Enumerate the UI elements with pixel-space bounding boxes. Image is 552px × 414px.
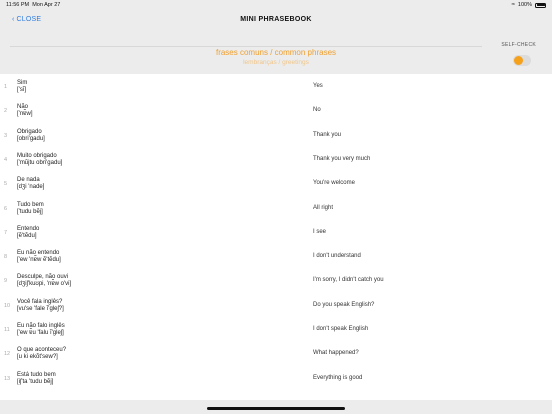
phrase-english: Thank you (313, 131, 342, 138)
phrase-pronunciation: [dʒi 'nade] (17, 184, 45, 191)
toggle-knob (514, 56, 523, 65)
phrase-english: I see (313, 228, 327, 235)
phrase-pronunciation: [iʃ'ta 'tudu bẽj] (17, 378, 54, 385)
phrase-number: 2 (4, 108, 8, 115)
list-item[interactable]: 4 Muito obrigado ['mũjtu obri'gadu] Thank y… (0, 148, 552, 172)
list-item[interactable]: 12 O que aconteceu? [u ki ekõt'sew?] What h… (0, 342, 552, 366)
divider (10, 46, 482, 47)
list-item[interactable]: 8 Eu não entendo ['ew 'nɐ̃w ẽ'tẽdu] I don't… (0, 245, 552, 269)
phrase-pronunciation: ['sĩ] (17, 87, 27, 93)
phrase-english: All right (313, 204, 334, 211)
phrase-list: 1 Sim ['sĩ] Yes 2 Não ['nɐ̃w] No 3 Obrigado [obri'… (0, 74, 552, 400)
status-right: ≈ 100% (512, 2, 546, 8)
phrase-number: 5 (4, 181, 8, 188)
home-indicator[interactable] (207, 407, 345, 410)
phrase-english: Do you speak English? (313, 301, 375, 308)
phrase-number: 11 (4, 327, 10, 333)
phrase-number: 8 (4, 254, 8, 261)
phrase-number: 13 (4, 375, 11, 382)
self-check-label: SELF-CHECK (501, 42, 536, 48)
phrase-number: 10 (4, 302, 11, 309)
list-item[interactable]: 7 Entendo [ẽ'tẽdu] I see (0, 221, 552, 245)
phrase-english: No (313, 107, 321, 114)
phrase-pronunciation: ['tudu bẽj] (17, 208, 43, 215)
phrase-english: You're welcome (313, 180, 355, 187)
list-item[interactable]: 2 Não ['nɐ̃w] No (0, 99, 552, 123)
phrase-english: Everything is good (313, 374, 363, 381)
list-item[interactable]: 6 Tudo bem ['tudu bẽj] All right (0, 197, 552, 221)
section-subheading: lembranças / greetings (243, 59, 309, 66)
list-item[interactable]: 11 Eu não falo inglês ['ew ɐ̃u 'falu ĩ'gle… (0, 318, 552, 342)
phrase-english: Yes (313, 83, 323, 89)
list-item[interactable]: 10 Você fala inglês? [vu'se 'fale ĩ'gleʃ?]… (0, 294, 552, 318)
self-check-toggle[interactable] (513, 55, 531, 66)
phrase-english: I don't speak English (313, 326, 369, 332)
phrase-pronunciation: ['ew ɐ̃u 'falu ĩ'gleʃ] (17, 330, 64, 336)
section-heading: frases comuns / common phrases (215, 48, 337, 57)
list-item[interactable]: 13 Está tudo bem [iʃ'ta 'tudu bẽj] Everythi… (0, 367, 552, 391)
list-item[interactable]: 9 Desculpe, não ouvi [dʒiʃ'kuʊpi, 'nɐ̃w o'… (0, 269, 552, 293)
phrase-number: 9 (4, 278, 8, 285)
status-time: 11:56 PM Mon Apr 27 (6, 2, 61, 8)
phrase-pronunciation: [obri'gadu] (17, 135, 45, 142)
phrase-pronunciation: [vu'se 'fale ĩ'gleʃ?] (17, 305, 64, 312)
battery-percent: 100% (517, 2, 532, 8)
phrase-pronunciation: [u ki ekõt'sew?] (17, 354, 58, 361)
phrase-english: I don't understand (313, 253, 361, 260)
phrase-pronunciation: ['ew 'nɐ̃w ẽ'tẽdu] (17, 257, 61, 264)
phrase-number: 1 (4, 84, 8, 90)
phrase-pronunciation: ['nɐ̃w] (17, 111, 33, 118)
phrase-english: What happened? (313, 350, 359, 357)
battery-icon (535, 2, 546, 8)
phrase-english: I'm sorry, I didn't catch you (313, 277, 384, 284)
phrase-pronunciation: ['mũjtu obri'gadu] (17, 159, 63, 166)
list-item[interactable]: 1 Sim ['sĩ] Yes (0, 75, 552, 99)
page-title: MINI PHRASEBOOK (240, 16, 312, 23)
phrase-english: Thank you very much (313, 155, 371, 162)
nav-bar: ‹ CLOSE MINI PHRASEBOOK (0, 10, 552, 30)
phrase-number: 4 (4, 156, 8, 163)
status-bar: 11:56 PM Mon Apr 27 ≈ 100% (0, 0, 552, 10)
phrase-pronunciation: [ẽ'tẽdu] (17, 232, 37, 239)
list-item[interactable]: 5 De nada [dʒi 'nade] You're welcome (0, 172, 552, 196)
list-item[interactable]: 3 Obrigado [obri'gadu] Thank you (0, 124, 552, 148)
phrase-pronunciation: [dʒiʃ'kuʊpi, 'nɐ̃w o'vi] (17, 281, 72, 288)
phrase-number: 3 (4, 132, 8, 139)
phrase-number: 12 (4, 351, 11, 358)
phrase-number: 7 (4, 229, 8, 236)
wifi-icon: ≈ (511, 2, 515, 8)
phrase-number: 6 (4, 205, 8, 212)
phrase-header: frases comuns / common phrases lembrança… (0, 32, 552, 74)
